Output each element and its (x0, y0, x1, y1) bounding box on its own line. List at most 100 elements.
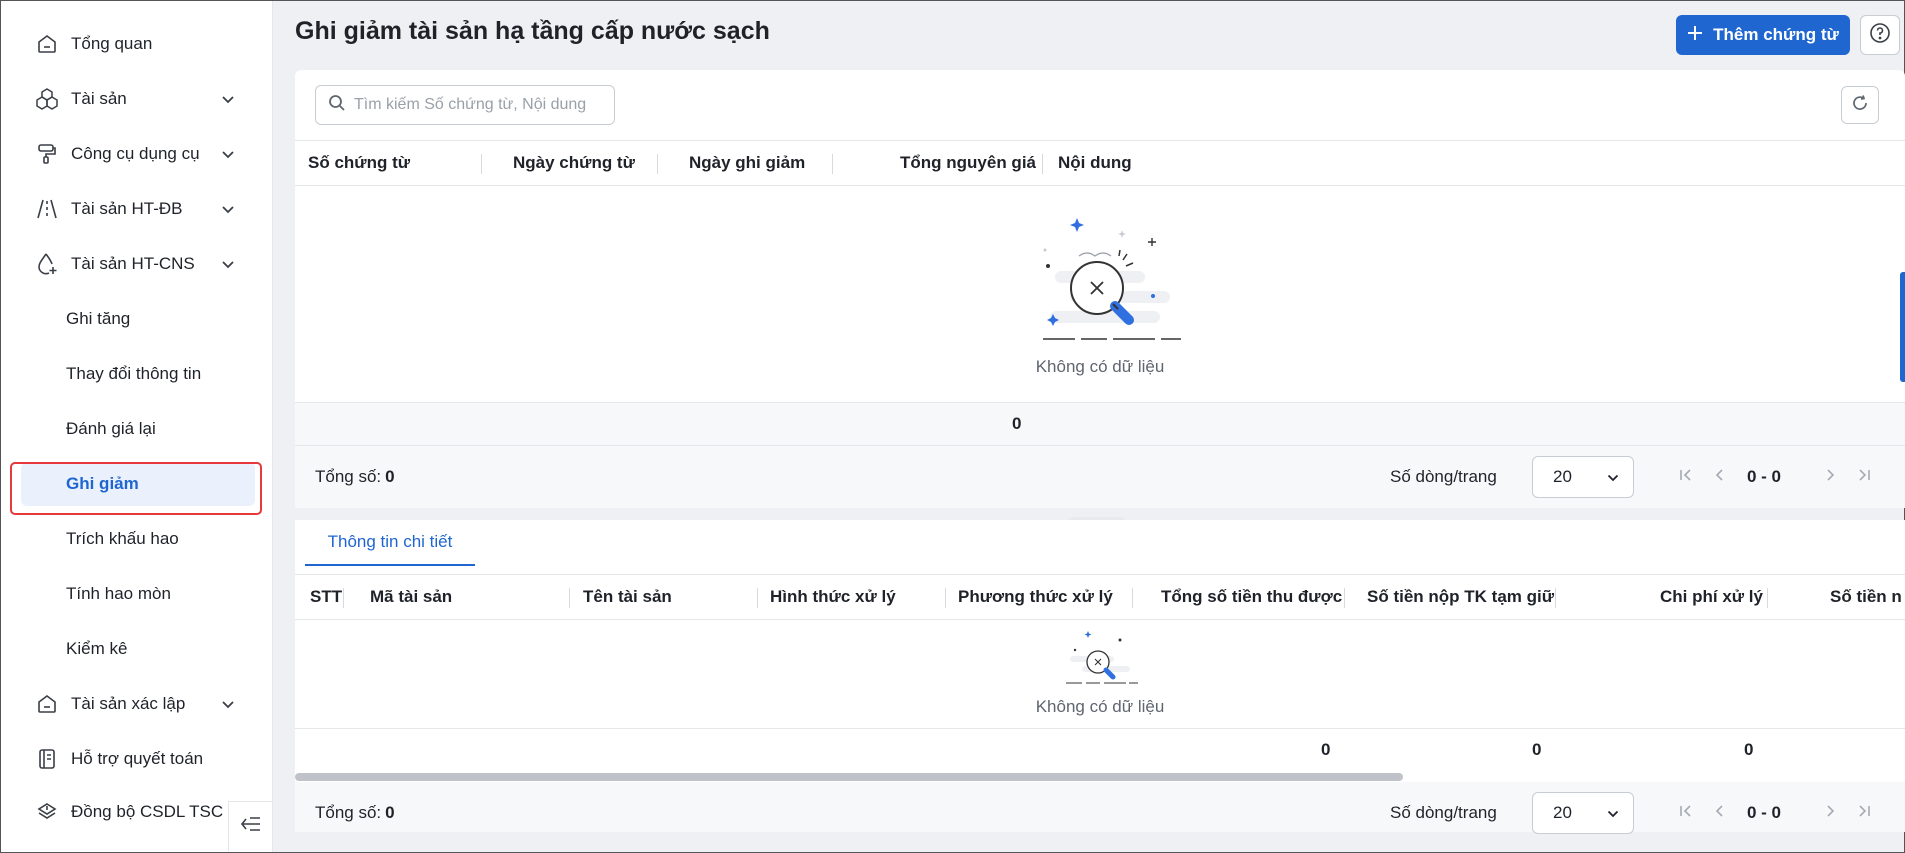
column-header[interactable]: Chi phí xử lý (1660, 575, 1763, 619)
chevron-down-icon[interactable] (219, 145, 237, 163)
empty-text: Không có dữ liệu (1035, 357, 1165, 376)
detail-panel: Thông tin chi tiết STT Mã tài sản Tên tà… (295, 520, 1905, 834)
voucher-table-header: Số chứng từ Ngày chứng từ Ngày ghi giảm … (295, 140, 1905, 186)
column-header[interactable]: Tên tài sản (583, 575, 672, 619)
refresh-button[interactable] (1841, 86, 1879, 124)
sidebar-subitem-depreciation[interactable]: Trích khấu hao (1, 514, 273, 564)
column-header[interactable]: STT (310, 575, 342, 619)
column-divider (1042, 154, 1043, 174)
rows-per-page-select[interactable]: 20 (1532, 792, 1634, 834)
sidebar-item-water-assets[interactable]: Tài sản HT-CNS (1, 239, 273, 289)
add-voucher-button[interactable]: Thêm chứng từ (1676, 15, 1850, 55)
tab-detail-info[interactable]: Thông tin chi tiết (305, 520, 475, 566)
first-page-icon (1679, 468, 1693, 487)
column-header[interactable]: Số tiền nộp TK tạm giữ (1367, 575, 1554, 619)
no-data-illustration (1060, 630, 1140, 691)
sidebar-item-overview[interactable]: Tổng quan (1, 19, 273, 69)
sidebar-subitem-change-info[interactable]: Thay đổi thông tin (1, 349, 273, 399)
last-page-button[interactable] (1853, 802, 1875, 824)
sidebar-subitem-inventory[interactable]: Kiểm kê (1, 624, 273, 674)
empty-state: Không có dữ liệu (295, 630, 1905, 717)
rows-per-page-label: Số dòng/trang (1390, 803, 1497, 822)
first-page-button[interactable] (1675, 466, 1697, 488)
last-page-icon (1857, 804, 1871, 823)
summary-total-cost: 0 (1012, 414, 1022, 433)
pagination-bar: Tổng số: 0 Số dòng/trang 20 0 - 0 (295, 446, 1905, 508)
column-header[interactable]: Phương thức xử lý (958, 575, 1113, 619)
summary-cost: 0 (1744, 740, 1754, 759)
column-divider (1767, 588, 1768, 608)
layers-sync-icon (35, 800, 59, 824)
column-header[interactable]: Số tiền n (1830, 575, 1902, 619)
page-range: 0 - 0 (1747, 467, 1782, 486)
collapse-sidebar-button[interactable] (228, 801, 272, 851)
empty-text: Không có dữ liệu (1035, 697, 1165, 716)
chevron-down-icon[interactable] (219, 255, 237, 273)
sidebar-subitem-increase[interactable]: Ghi tăng (1, 294, 273, 344)
sidebar-item-settlement-support[interactable]: Hỗ trợ quyết toán (1, 734, 273, 784)
column-header[interactable]: Nội dung (1058, 141, 1132, 185)
last-page-button[interactable] (1853, 466, 1875, 488)
search-icon (328, 94, 346, 117)
sidebar-item-sync-db[interactable]: Đồng bộ CSDL TSC (1, 787, 227, 837)
prev-page-button[interactable] (1709, 466, 1731, 488)
highlight-annotation (10, 462, 262, 515)
column-header[interactable]: Tổng nguyên giá (900, 141, 1036, 185)
home-icon (35, 32, 59, 56)
chevron-down-icon[interactable] (219, 90, 237, 108)
empty-state: Không có dữ liệu (295, 216, 1905, 377)
column-divider (1132, 588, 1133, 608)
chevron-right-icon (1823, 468, 1837, 487)
rows-per-page-label: Số dòng/trang (1390, 467, 1497, 486)
summary-deposit: 0 (1532, 740, 1542, 759)
home-icon (35, 692, 59, 716)
chevron-left-icon (1713, 804, 1727, 823)
column-divider (757, 588, 758, 608)
column-header[interactable]: Ngày chứng từ (513, 141, 635, 185)
water-drop-icon (35, 252, 59, 276)
column-divider (1555, 588, 1556, 608)
search-box[interactable] (315, 85, 615, 125)
column-divider (832, 154, 833, 174)
column-divider (1344, 588, 1345, 608)
column-divider (657, 154, 658, 174)
first-page-icon (1679, 804, 1693, 823)
horizontal-scrollbar[interactable] (295, 770, 1905, 782)
prev-page-button[interactable] (1709, 802, 1731, 824)
column-header[interactable]: Mã tài sản (370, 575, 452, 619)
column-header[interactable]: Tổng số tiền thu được (1161, 575, 1342, 619)
sidebar: Tổng quan Tài sản Công cụ dụng cụ Tài sả… (1, 1, 273, 852)
page-title: Ghi giảm tài sản hạ tầng cấp nước sạch (295, 17, 770, 45)
chevron-down-icon[interactable] (219, 695, 237, 713)
sidebar-item-established-assets[interactable]: Tài sản xác lập (1, 679, 273, 729)
column-header[interactable]: Số chứng từ (308, 141, 410, 185)
help-button[interactable] (1860, 15, 1900, 55)
search-input[interactable] (354, 96, 594, 114)
side-drawer-handle[interactable] (1900, 272, 1905, 382)
sidebar-subitem-wear[interactable]: Tính hao mòn (1, 569, 273, 619)
sidebar-item-tools[interactable]: Công cụ dụng cụ (1, 129, 273, 179)
column-divider (569, 588, 570, 608)
column-header[interactable]: Hình thức xử lý (770, 575, 896, 619)
sidebar-item-road-assets[interactable]: Tài sản HT-ĐB (1, 184, 273, 234)
rows-per-page-select[interactable]: 20 (1532, 456, 1634, 498)
first-page-button[interactable] (1675, 802, 1697, 824)
sidebar-subitem-revaluation[interactable]: Đánh giá lại (1, 404, 273, 454)
summary-row: 0 (295, 402, 1905, 446)
column-header[interactable]: Ngày ghi giảm (689, 141, 805, 185)
next-page-button[interactable] (1819, 466, 1841, 488)
chevron-right-icon (1823, 804, 1837, 823)
total-count: Tổng số: 0 (315, 803, 395, 822)
last-page-icon (1857, 468, 1871, 487)
chevron-down-icon (1607, 467, 1619, 487)
chevron-down-icon[interactable] (219, 200, 237, 218)
next-page-button[interactable] (1819, 802, 1841, 824)
detail-table-header: STT Mã tài sản Tên tài sản Hình thức xử … (295, 574, 1905, 620)
collapse-left-icon (240, 816, 262, 837)
book-icon (35, 747, 59, 771)
scrollbar-thumb[interactable] (295, 773, 1403, 781)
column-divider (481, 154, 482, 174)
chevron-down-icon (1607, 803, 1619, 823)
sidebar-item-assets[interactable]: Tài sản (1, 74, 273, 124)
road-icon (35, 197, 59, 221)
